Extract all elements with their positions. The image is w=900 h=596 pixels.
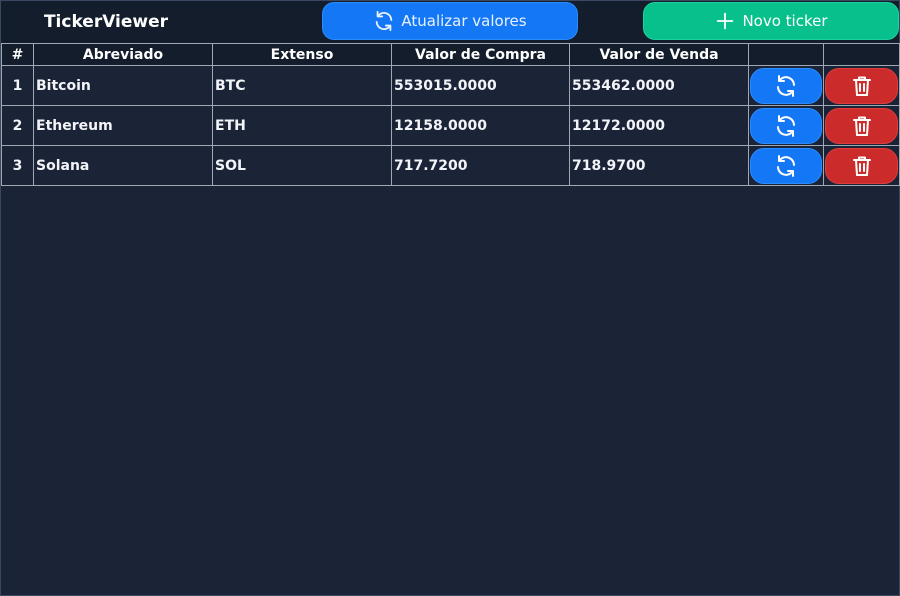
column-header-sell: Valor de Venda — [569, 43, 749, 66]
ticker-table: # Abreviado Extenso Valor de Compra Valo… — [1, 43, 900, 186]
trash-icon — [850, 74, 874, 98]
table-row: 3 Solana SOL 717.7200 718.9700 — [1, 145, 900, 186]
column-header-refresh — [748, 43, 824, 66]
row-delete-cell — [823, 65, 900, 106]
row-sell-value: 553462.0000 — [569, 65, 749, 106]
row-abbrev: Bitcoin — [33, 65, 213, 106]
trash-icon — [850, 114, 874, 138]
row-abbrev: Ethereum — [33, 105, 213, 146]
refresh-values-label: Atualizar valores — [401, 12, 527, 30]
column-header-delete — [823, 43, 900, 66]
app-window: TickerViewer Atualizar valores Novo tick… — [0, 0, 900, 596]
plus-icon — [714, 10, 736, 32]
row-refresh-cell — [748, 65, 824, 106]
row-buy-value: 717.7200 — [391, 145, 570, 186]
row-refresh-cell — [748, 145, 824, 186]
row-name: ETH — [212, 105, 392, 146]
row-delete-button[interactable] — [825, 147, 898, 184]
refresh-icon — [774, 114, 798, 138]
row-sell-value: 12172.0000 — [569, 105, 749, 146]
column-header-abbrev: Abreviado — [33, 43, 213, 66]
refresh-icon — [373, 10, 395, 32]
new-ticker-label: Novo ticker — [742, 12, 828, 30]
table-row: 1 Bitcoin BTC 553015.0000 553462.0000 — [1, 65, 900, 106]
table-row: 2 Ethereum ETH 12158.0000 12172.0000 — [1, 105, 900, 146]
row-index: 3 — [1, 145, 34, 186]
refresh-values-button[interactable]: Atualizar valores — [322, 2, 578, 40]
row-delete-cell — [823, 145, 900, 186]
row-refresh-button[interactable] — [750, 67, 822, 104]
row-sell-value: 718.9700 — [569, 145, 749, 186]
row-delete-cell — [823, 105, 900, 146]
row-index: 2 — [1, 105, 34, 146]
row-refresh-cell — [748, 105, 824, 146]
row-index: 1 — [1, 65, 34, 106]
new-ticker-button[interactable]: Novo ticker — [643, 2, 899, 40]
row-buy-value: 553015.0000 — [391, 65, 570, 106]
row-delete-button[interactable] — [825, 107, 898, 144]
column-header-buy: Valor de Compra — [391, 43, 570, 66]
toolbar: TickerViewer Atualizar valores Novo tick… — [1, 1, 899, 43]
row-refresh-button[interactable] — [750, 107, 822, 144]
row-name: SOL — [212, 145, 392, 186]
refresh-icon — [774, 74, 798, 98]
trash-icon — [850, 154, 874, 178]
row-buy-value: 12158.0000 — [391, 105, 570, 146]
row-abbrev: Solana — [33, 145, 213, 186]
table-header-row: # Abreviado Extenso Valor de Compra Valo… — [1, 43, 900, 66]
column-header-name: Extenso — [212, 43, 392, 66]
app-title: TickerViewer — [43, 12, 169, 32]
row-delete-button[interactable] — [825, 67, 898, 104]
column-header-index: # — [1, 43, 34, 66]
row-refresh-button[interactable] — [750, 147, 822, 184]
row-name: BTC — [212, 65, 392, 106]
refresh-icon — [774, 154, 798, 178]
